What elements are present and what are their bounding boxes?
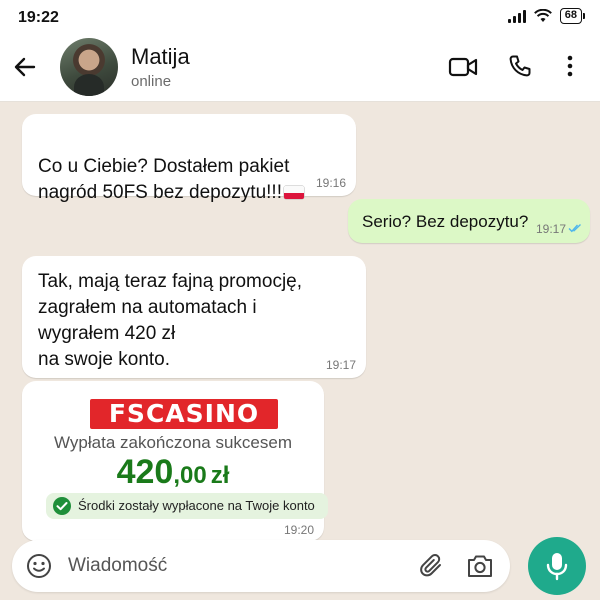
payout-title: Wypłata zakończona sukcesem bbox=[54, 433, 292, 452]
battery-indicator: 68 bbox=[559, 8, 586, 24]
status-icons: 68 bbox=[507, 8, 586, 24]
message-time: 19:16 bbox=[315, 176, 346, 190]
amount-cents: ,00 bbox=[173, 462, 207, 489]
success-text: Środki zostały wypłacone na Twoje konto bbox=[78, 498, 315, 513]
phone-icon[interactable] bbox=[508, 54, 532, 78]
incoming-message[interactable]: Tak, mają teraz fajną promocję, zagrałem… bbox=[22, 256, 366, 378]
message-text: Co u Ciebie? Dostałem pakiet nagród 50FS… bbox=[38, 156, 290, 203]
emoji-icon[interactable] bbox=[26, 553, 52, 579]
camera-icon[interactable] bbox=[466, 553, 494, 579]
contact-name[interactable]: Matija bbox=[131, 44, 190, 70]
paperclip-icon[interactable] bbox=[418, 552, 446, 580]
double-check-icon bbox=[568, 223, 581, 233]
payout-amount: 420,00 zł bbox=[22, 453, 324, 492]
incoming-message[interactable]: Co u Ciebie? Dostałem pakiet nagród 50FS… bbox=[22, 114, 356, 203]
message-text-wrap: Co u Ciebie? Dostałem pakiet nagród 50FS… bbox=[38, 128, 304, 206]
casino-payout-card[interactable]: FSCASINO Wypłata zakończona sukcesem 420… bbox=[22, 381, 328, 541]
microphone-button[interactable] bbox=[528, 537, 586, 595]
outgoing-message[interactable]: Serio? Bez depozytu? 19:17 bbox=[348, 199, 590, 243]
message-input[interactable] bbox=[68, 552, 348, 580]
avatar[interactable] bbox=[60, 38, 118, 96]
check-circle-icon bbox=[53, 497, 71, 515]
poland-flag-icon bbox=[284, 186, 304, 199]
message-text: Tak, mają teraz fajną promocję, zagrałem… bbox=[38, 271, 303, 370]
contact-status: online bbox=[131, 73, 172, 90]
message-time: 19:17 bbox=[536, 222, 582, 236]
message-time-text: 19:17 bbox=[535, 222, 566, 236]
casino-logo: FSCASINO bbox=[90, 399, 278, 429]
status-time: 19:22 bbox=[18, 9, 59, 26]
wifi-icon bbox=[533, 9, 552, 22]
amount-main: 420 bbox=[116, 453, 174, 491]
signal-icon bbox=[507, 9, 526, 23]
chat-header: Matija online bbox=[0, 34, 600, 102]
video-call-icon[interactable] bbox=[448, 56, 478, 78]
status-bar: 19:22 68 bbox=[0, 0, 600, 34]
microphone-icon bbox=[546, 553, 568, 581]
back-arrow-icon[interactable] bbox=[12, 54, 38, 80]
amount-currency: zł bbox=[210, 462, 230, 489]
success-banner: Środki zostały wypłacone na Twoje konto bbox=[46, 493, 328, 519]
message-input-bar bbox=[12, 540, 510, 592]
message-time: 19:20 bbox=[283, 523, 314, 537]
more-menu-icon[interactable] bbox=[566, 54, 574, 78]
message-text: Serio? Bez depozytu? bbox=[362, 212, 529, 231]
message-time: 19:17 bbox=[325, 358, 356, 372]
